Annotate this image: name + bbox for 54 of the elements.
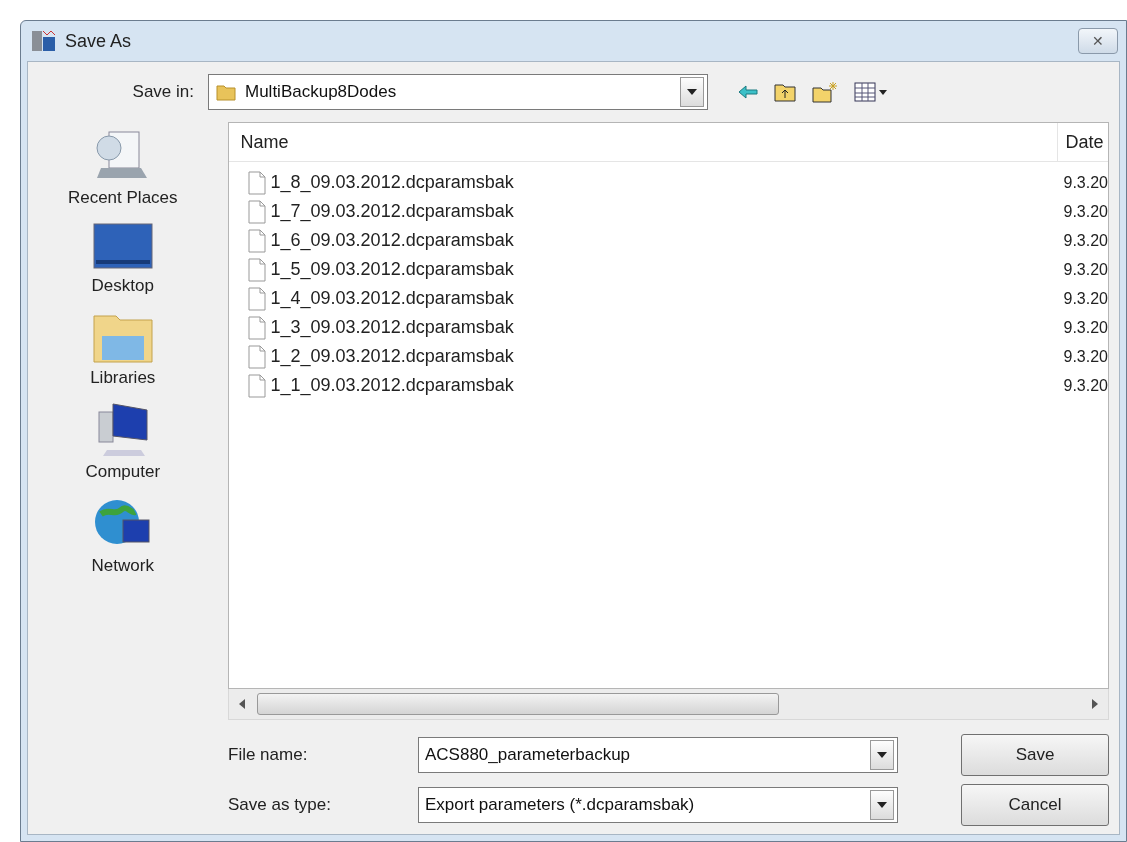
scrollbar-thumb[interactable] xyxy=(256,693,779,715)
cancel-button[interactable]: Cancel xyxy=(961,784,1109,826)
save-as-type-label: Save as type: xyxy=(228,795,332,815)
scroll-left-icon[interactable] xyxy=(238,699,245,709)
dropdown-arrow-icon xyxy=(877,752,887,758)
file-date: 9.3.20 xyxy=(1062,202,1108,221)
file-date: 9.3.20 xyxy=(1062,347,1108,366)
file-name[interactable]: 1_6_09.03.2012.dcparamsbak xyxy=(270,230,514,251)
scroll-right-icon[interactable] xyxy=(1092,699,1098,709)
file-name-field[interactable]: ACS880_parameterbackup xyxy=(418,737,898,773)
back-arrow-icon[interactable] xyxy=(738,85,758,99)
file-name[interactable]: 1_1_09.03.2012.dcparamsbak xyxy=(270,375,514,396)
place-item[interactable]: Libraries xyxy=(90,310,156,388)
file-icon xyxy=(246,315,267,340)
place-item[interactable]: Computer xyxy=(85,402,161,482)
save-button[interactable]: Save xyxy=(961,734,1109,776)
file-icon xyxy=(246,286,267,311)
file-icon xyxy=(246,373,267,398)
file-date: 9.3.20 xyxy=(1062,231,1108,250)
file-icon xyxy=(246,257,267,282)
file-name[interactable]: 1_2_09.03.2012.dcparamsbak xyxy=(270,346,514,367)
file-name[interactable]: 1_4_09.03.2012.dcparamsbak xyxy=(270,288,514,309)
file-name[interactable]: 1_8_09.03.2012.dcparamsbak xyxy=(270,172,514,193)
column-header[interactable]: Name xyxy=(228,123,1058,161)
file-name[interactable]: 1_5_09.03.2012.dcparamsbak xyxy=(270,259,514,280)
close-button[interactable]: ✕ xyxy=(1078,28,1118,54)
file-date: 9.3.20 xyxy=(1062,173,1108,192)
place-item[interactable]: Desktop xyxy=(91,222,154,296)
desktop-icon xyxy=(91,222,154,272)
place-item[interactable]: Network xyxy=(91,496,154,576)
file-date: 9.3.20 xyxy=(1062,260,1108,279)
save-in-label: Save in: xyxy=(131,82,195,102)
file-name-label: File name: xyxy=(228,745,309,765)
up-folder-icon[interactable] xyxy=(774,82,796,102)
dropdown-arrow-icon xyxy=(877,802,887,808)
file-date: 9.3.20 xyxy=(1062,376,1108,395)
file-icon xyxy=(246,170,267,195)
column-header[interactable]: Date xyxy=(1057,123,1104,161)
dropdown-arrow-icon xyxy=(687,89,697,95)
file-icon xyxy=(246,344,267,369)
save-as-type-dropdown[interactable]: Export parameters (*.dcparamsbak) xyxy=(418,787,898,823)
horizontal-scrollbar[interactable] xyxy=(227,689,1109,720)
app-icon xyxy=(31,29,57,53)
file-icon xyxy=(246,199,267,224)
new-folder-icon[interactable] xyxy=(812,81,838,103)
view-menu-icon[interactable] xyxy=(854,82,888,102)
file-name[interactable]: 1_3_09.03.2012.dcparamsbak xyxy=(270,317,514,338)
window-title: Save As xyxy=(65,30,133,52)
place-item[interactable]: Recent Places xyxy=(67,128,178,208)
file-date: 9.3.20 xyxy=(1062,289,1108,308)
file-name[interactable]: 1_7_09.03.2012.dcparamsbak xyxy=(270,201,514,222)
file-date: 9.3.20 xyxy=(1062,318,1108,337)
save-in-dropdown[interactable]: MultiBackup8Dodes xyxy=(208,74,708,110)
file-icon xyxy=(246,228,267,253)
